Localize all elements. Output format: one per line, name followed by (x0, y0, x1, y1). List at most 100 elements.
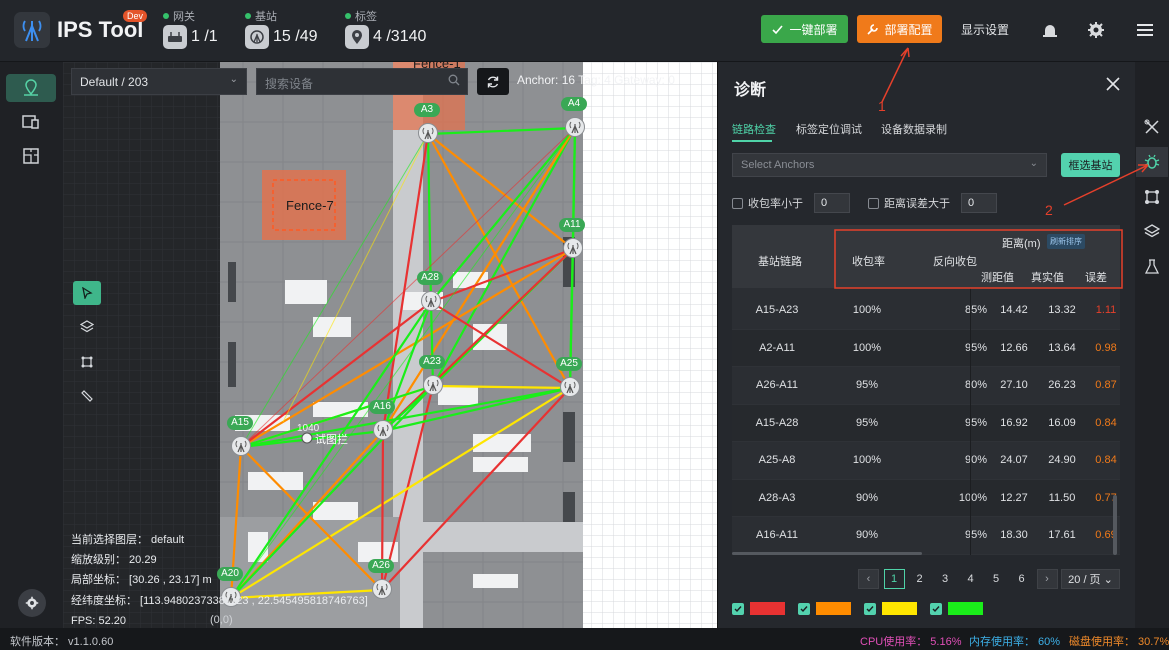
table-row[interactable]: A28-A3 90% 100% 12.27 11.50 0.77 (732, 479, 1120, 517)
device-list-icon[interactable] (6, 108, 56, 136)
page-button-1[interactable]: 1 (883, 569, 905, 589)
settings-gear-icon[interactable] (1085, 19, 1107, 41)
table-vertical-scrollbar[interactable] (1113, 495, 1117, 555)
tab-data-recording[interactable]: 设备数据录制 (881, 121, 947, 137)
legend-yellow-swatch (882, 602, 917, 615)
table-row[interactable]: A26-A11 95% 80% 27.10 26.23 0.87 (732, 367, 1120, 405)
alarm-bell-icon[interactable] (1039, 19, 1061, 41)
flask-test-icon[interactable] (1136, 252, 1168, 282)
layer-select-dropdown[interactable]: Default / 203 ⌄ (71, 68, 247, 95)
anchor-marker-a3[interactable]: A3 (414, 103, 442, 145)
layer-select-value: Default / 203 (80, 75, 149, 89)
recv-rate-cell: 100% (852, 304, 882, 316)
gateway-stat-label: 网关 (163, 8, 195, 24)
recv-rate-checkbox[interactable] (732, 197, 743, 209)
legend-orange-checkbox[interactable] (798, 602, 810, 615)
prev-page-button[interactable]: ‹ (858, 569, 879, 589)
pointer-select-icon[interactable] (73, 281, 101, 305)
floor-plan-icon[interactable] (6, 142, 56, 170)
gateway-icon (163, 25, 187, 49)
anchor-select-dropdown[interactable]: Select Anchors ⌄ (732, 153, 1047, 177)
top-header: IPS Tool Dev 网关 1 /1 基站 15 /49 标签 4 /314… (0, 0, 1169, 62)
device-search-input[interactable]: 搜索设备 (256, 68, 468, 95)
legend-orange[interactable] (798, 602, 851, 615)
anchor-marker-a26[interactable]: A26 (368, 559, 396, 601)
legend-red-swatch (750, 602, 785, 615)
table-row[interactable]: A15-A23 100% 85% 14.42 13.32 1.11 (732, 292, 1120, 330)
hamburger-menu-icon[interactable] (1134, 19, 1156, 41)
col-header-real[interactable]: 真实值 (1031, 269, 1064, 285)
distance-error-cell: 0.98 (1095, 341, 1117, 354)
measured-distance-cell: 12.66 (1000, 341, 1028, 354)
legend-green-checkbox[interactable] (930, 602, 942, 615)
legend-red[interactable] (732, 602, 785, 615)
real-distance-cell: 11.50 (1048, 491, 1076, 504)
next-page-button[interactable]: › (1036, 569, 1058, 589)
refresh-button[interactable] (477, 68, 509, 95)
legend-yellow-checkbox[interactable] (864, 602, 876, 615)
col-header-rev-recv[interactable]: 反向收包 (933, 253, 977, 269)
table-row[interactable]: A2-A11 100% 95% 12.66 13.64 0.98 (732, 329, 1120, 367)
anchor-marker-a4[interactable]: A4 (561, 97, 589, 139)
anchor-marker-a23[interactable]: A23 (419, 355, 447, 397)
page-button-4[interactable]: 4 (960, 569, 981, 589)
box-select-anchors-button[interactable]: 框选基站 (1061, 153, 1120, 177)
close-icon[interactable] (1105, 76, 1121, 92)
one-click-deploy-button[interactable]: 一键部署 (761, 15, 848, 43)
anchor-antenna-icon (423, 375, 443, 395)
anchor-marker-a16[interactable]: A16 (369, 400, 397, 442)
col-header-recv[interactable]: 收包率 (852, 253, 885, 269)
col-header-measured[interactable]: 测距值 (981, 269, 1014, 285)
page-size-select[interactable]: 20 / 页 ⌄ (1061, 569, 1120, 589)
table-row[interactable]: A25-A8 100% 90% 24.07 24.90 0.84 (732, 442, 1120, 480)
anchor-frame-icon[interactable] (1136, 182, 1168, 212)
legend-yellow[interactable] (864, 602, 917, 615)
legend-green[interactable] (930, 602, 983, 615)
anchor-marker-a25[interactable]: A25 (556, 357, 584, 399)
recv-rate-input[interactable]: 0 (814, 193, 850, 213)
layers-icon[interactable] (73, 315, 101, 339)
anchor-label: A25 (556, 357, 582, 371)
geo-coords-text: 经纬度坐标： [113.94802373381123 , 22.54549581… (71, 594, 368, 607)
distance-error-checkbox[interactable] (868, 197, 879, 209)
anchor-stat-label: 基站 (245, 8, 277, 24)
tools-cross-icon[interactable] (1136, 112, 1168, 142)
link-name-cell: A16-A11 (756, 529, 798, 541)
col-header-link[interactable]: 基站链路 (758, 253, 802, 269)
link-name-cell: A15-A28 (755, 416, 799, 429)
map-settings-gear-icon[interactable] (18, 589, 46, 617)
table-row[interactable]: A15-A28 95% 95% 16.92 16.09 0.84 (732, 404, 1120, 442)
col-header-error[interactable]: 误差 (1085, 269, 1107, 285)
recv-rate-filter-label: 收包率小于 (748, 198, 803, 210)
anchor-marker-a28[interactable]: A28 (417, 271, 445, 313)
tag-stat-label: 标签 (345, 8, 377, 24)
distance-error-input[interactable]: 0 (961, 193, 997, 213)
legend-green-swatch (948, 602, 983, 615)
status-bar: 软件版本： v1.1.0.60 CPU使用率： 5.16% 内存使用率： 60%… (0, 628, 1169, 650)
refresh-sort-button[interactable]: 刷新排序 (1047, 234, 1085, 249)
fit-bounds-icon[interactable] (73, 350, 101, 374)
page-button-3[interactable]: 3 (935, 569, 956, 589)
page-button-6[interactable]: 6 (1011, 569, 1032, 589)
table-horizontal-scrollbar[interactable] (732, 552, 922, 555)
tab-link-check[interactable]: 链路检查 (732, 121, 776, 137)
anchor-marker-a11[interactable]: A11 (559, 218, 587, 260)
anchor-antenna-icon (372, 579, 392, 599)
map-canvas[interactable]: Fence-7 Fence-1 1040 试图拦 A3 A4 A11 A28 A… (63, 62, 717, 628)
map-location-icon[interactable] (6, 74, 56, 102)
table-row[interactable]: A16-A11 90% 95% 18.30 17.61 0.69 (732, 517, 1120, 555)
debug-bug-icon[interactable] (1136, 147, 1168, 177)
anchor-label: A28 (417, 271, 443, 285)
anchor-marker-a15[interactable]: A15 (227, 416, 255, 458)
real-distance-cell: 24.90 (1048, 454, 1076, 466)
deploy-config-button[interactable]: 部署配置 (857, 15, 942, 43)
legend-red-checkbox[interactable] (732, 602, 744, 615)
ruler-measure-icon[interactable] (73, 384, 101, 408)
tab-tag-debug[interactable]: 标签定位调试 (796, 121, 862, 137)
layers-stack-icon[interactable] (1136, 217, 1168, 247)
page-button-2[interactable]: 2 (909, 569, 930, 589)
display-settings-button[interactable]: 显示设置 (955, 15, 1015, 43)
anchor-antenna-icon (563, 238, 583, 258)
rev-recv-rate-cell: 100% (958, 491, 987, 504)
page-button-5[interactable]: 5 (986, 569, 1007, 589)
